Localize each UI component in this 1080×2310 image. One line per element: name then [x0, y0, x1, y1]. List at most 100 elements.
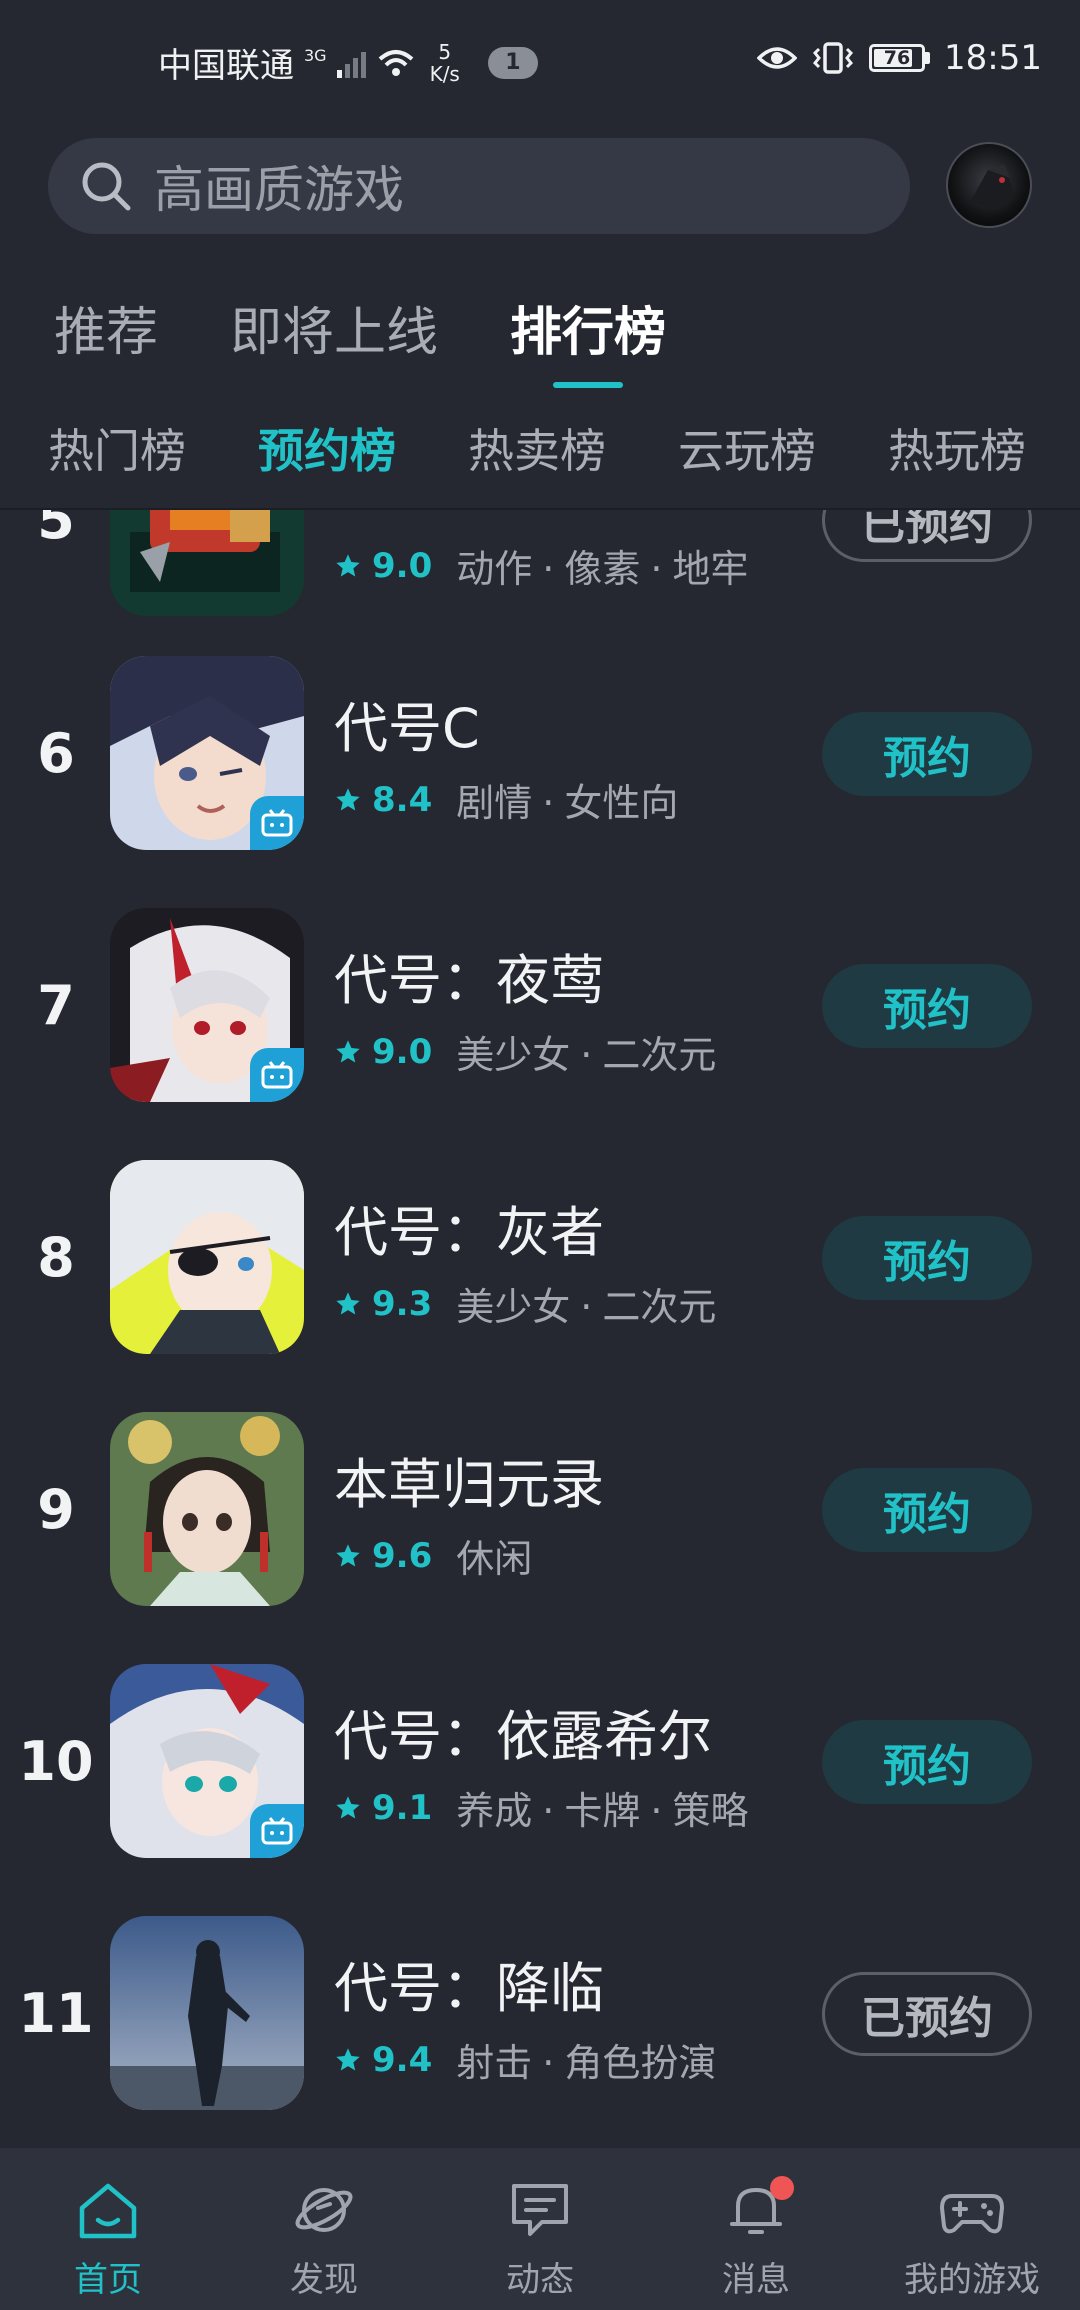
reserve-button[interactable]: 预约	[822, 1468, 1032, 1552]
rank-number: 5	[37, 510, 75, 551]
nav-messages[interactable]: 消息	[648, 2148, 864, 2310]
game-ranking-list[interactable]: 5 9.0 动作 · 像素 · 地牢 已预约 6 代号C 8.4 剧情 · 女性…	[0, 510, 1080, 2148]
subtab-hot-play[interactable]: 热玩榜	[888, 420, 1026, 482]
main-tabs: 推荐 即将上线 排行榜	[54, 298, 666, 368]
reserve-button[interactable]: 预约	[822, 1216, 1032, 1300]
game-icon[interactable]	[110, 1664, 304, 1858]
list-item[interactable]: 5 9.0 动作 · 像素 · 地牢 已预约	[0, 510, 1080, 616]
game-icon[interactable]	[110, 1412, 304, 1606]
reserved-button[interactable]: 已预约	[822, 1972, 1032, 2056]
nav-discover[interactable]: 发现	[216, 2148, 432, 2310]
bilibili-icon	[250, 1804, 304, 1858]
list-item[interactable]: 8 代号：灰者 9.3 美少女 · 二次元 预约	[0, 1160, 1080, 1354]
rank-number: 9	[37, 1478, 75, 1541]
reserved-button[interactable]: 已预约	[822, 510, 1032, 562]
tag: 角色扮演	[564, 2041, 717, 2085]
bilibili-icon	[250, 1048, 304, 1102]
game-tags: 剧情 · 女性向	[456, 781, 679, 825]
reserve-button[interactable]: 预约	[822, 964, 1032, 1048]
avatar-image	[970, 164, 1014, 210]
game-icon[interactable]	[110, 656, 304, 850]
list-item[interactable]: 11 代号：降临 9.4 射击 · 角色扮演 已预约	[0, 1916, 1080, 2110]
tab-recommend[interactable]: 推荐	[54, 298, 158, 368]
speed-unit: K/s	[429, 61, 460, 86]
gamepad-icon	[940, 2194, 1004, 2234]
star-icon	[336, 1291, 360, 1314]
subtab-hot[interactable]: 热门榜	[48, 420, 186, 482]
game-tags: 休闲	[456, 1528, 532, 1583]
game-meta: 9.1 养成 · 卡牌 · 策略	[334, 1780, 748, 1835]
reserve-button[interactable]: 预约	[822, 712, 1032, 796]
subtab-best-selling[interactable]: 热卖榜	[468, 420, 606, 482]
nav-home[interactable]: 首页	[0, 2148, 216, 2310]
game-title[interactable]: 代号：依露希尔	[334, 1692, 712, 1771]
status-left: 中国联通 3G 5 K/s 1	[158, 38, 538, 87]
game-title[interactable]: 代号：夜莺	[334, 936, 604, 1015]
nav-my-games[interactable]: 我的游戏	[864, 2148, 1080, 2310]
star-icon	[336, 553, 360, 576]
game-title[interactable]: 本草归元录	[334, 1440, 604, 1519]
game-icon[interactable]	[110, 1916, 304, 2110]
list-item[interactable]: 10 代号：依露希尔 9.1 养成 · 卡牌 · 策略 预约	[0, 1664, 1080, 1858]
tab-coming-soon[interactable]: 即将上线	[230, 298, 438, 368]
game-icon[interactable]	[110, 1160, 304, 1354]
subtab-reservation[interactable]: 预约榜	[258, 420, 396, 482]
carrier-name: 中国联通	[158, 46, 294, 86]
notification-count-badge: 1	[487, 46, 538, 79]
search-bar[interactable]: 高画质游戏	[48, 138, 910, 234]
game-title[interactable]: 代号：灰者	[334, 1188, 604, 1267]
planet-icon	[295, 2188, 353, 2232]
game-tags: 美少女 · 二次元	[456, 1285, 717, 1329]
rank-number: 6	[37, 722, 75, 785]
ranking-sub-tabs: 热门榜 预约榜 热卖榜 云玩榜 热玩榜	[48, 420, 1026, 482]
tag: 剧情	[456, 781, 533, 825]
game-score: 9.1	[372, 1787, 433, 1828]
game-title[interactable]: 代号：降临	[334, 1944, 604, 2023]
rank-number: 8	[37, 1226, 75, 1289]
tab-rankings[interactable]: 排行榜	[510, 298, 666, 368]
rank-number: 11	[18, 1982, 94, 2045]
game-score: 9.3	[372, 1283, 433, 1324]
status-bar: 中国联通 3G 5 K/s 1 76 18:51	[0, 0, 1080, 126]
game-meta: 8.4 剧情 · 女性向	[334, 772, 678, 827]
star-icon	[336, 2047, 360, 2070]
bilibili-icon	[250, 796, 304, 850]
game-score: 9.6	[372, 1535, 433, 1576]
game-tags: 动作 · 像素 · 地牢	[456, 547, 749, 591]
game-meta: 9.3 美少女 · 二次元	[334, 1276, 716, 1331]
list-item[interactable]: 6 代号C 8.4 剧情 · 女性向 预约	[0, 656, 1080, 850]
reserve-button[interactable]: 预约	[822, 1720, 1032, 1804]
battery-level: 76	[883, 47, 911, 69]
tag: 美少女	[456, 1285, 571, 1329]
nav-label: 发现	[290, 2260, 358, 2300]
nav-feed[interactable]: 动态	[432, 2148, 648, 2310]
subtab-cloud-play[interactable]: 云玩榜	[678, 420, 816, 482]
nav-label: 首页	[74, 2260, 142, 2300]
star-icon	[336, 787, 360, 810]
list-item[interactable]: 7 代号：夜莺 9.0 美少女 · 二次元 预约	[0, 908, 1080, 1102]
game-title[interactable]: 代号C	[334, 684, 480, 763]
game-tags: 射击 · 角色扮演	[456, 2041, 717, 2085]
tag: 休闲	[456, 1537, 533, 1581]
bottom-navigation: 首页 发现 动态 消息 我的游戏	[0, 2148, 1080, 2310]
tag: 美少女	[456, 1033, 571, 1077]
eye-icon	[757, 47, 798, 69]
home-icon	[79, 2183, 137, 2239]
game-score: 8.4	[372, 779, 433, 820]
clock: 18:51	[944, 38, 1042, 78]
game-icon[interactable]	[110, 908, 304, 1102]
game-icon[interactable]	[110, 510, 304, 616]
nav-label: 动态	[506, 2260, 574, 2300]
tag: 二次元	[602, 1033, 717, 1077]
list-item[interactable]: 9 本草归元录 9.6 休闲 预约	[0, 1412, 1080, 1606]
search-icon	[82, 162, 131, 211]
star-icon	[336, 1795, 360, 1818]
rank-number: 10	[18, 1730, 94, 1793]
tag: 地牢	[672, 547, 749, 591]
tag: 动作	[456, 547, 533, 591]
tag: 像素	[564, 547, 641, 591]
speed-value: 5	[438, 39, 452, 64]
game-tags: 美少女 · 二次元	[456, 1033, 717, 1077]
user-avatar[interactable]	[946, 142, 1032, 228]
game-meta: 9.0 动作 · 像素 · 地牢	[334, 538, 748, 593]
